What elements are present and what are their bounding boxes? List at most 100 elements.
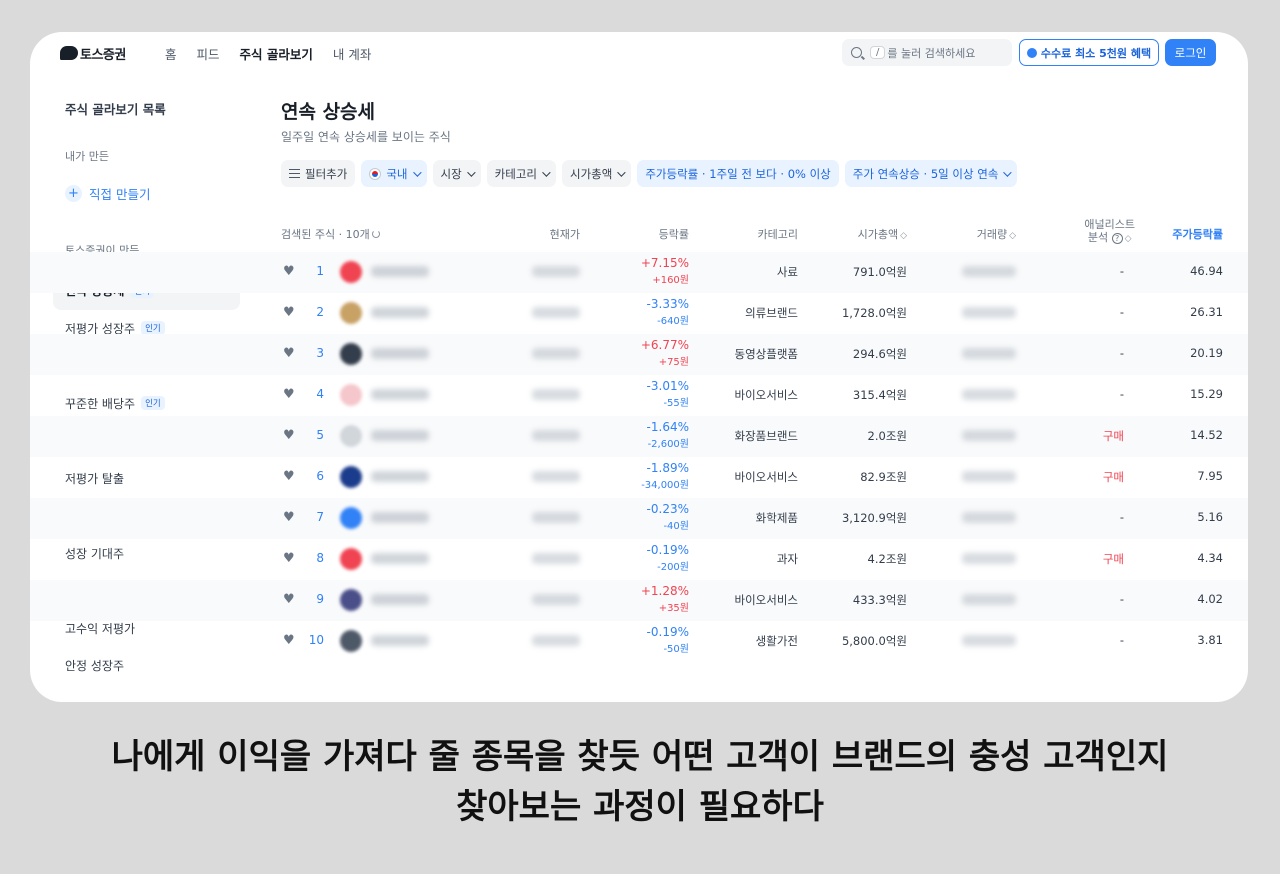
row-rank: 2 (316, 305, 324, 319)
heart-icon[interactable]: ♥ (283, 265, 296, 278)
heart-icon[interactable]: ♥ (283, 511, 296, 524)
streak-filter[interactable]: 주가 연속상승 · 5일 이상 연속 (844, 160, 1018, 187)
analyst-header[interactable]: 애널리스트 분석 ? ◇ (1084, 218, 1135, 246)
stock-name-redacted[interactable] (371, 348, 429, 359)
table-row[interactable]: ♥ 4 -3.01% -55원 바이오서비스 315.4억원 - 15.29 (30, 375, 1248, 416)
rate-amount: -55원 (663, 398, 689, 409)
heart-icon[interactable]: ♥ (283, 388, 296, 401)
heart-icon[interactable]: ♥ (283, 429, 296, 442)
stock-name-redacted[interactable] (371, 635, 429, 646)
table-row[interactable]: ♥ 7 -0.23% -40원 화학제품 3,120.9억원 - 5.16 (30, 498, 1248, 539)
nav-stock-screener[interactable]: 주식 골라보기 (240, 44, 313, 63)
row-rank: 3 (316, 346, 324, 360)
table-row[interactable]: ♥ 9 +1.28% +35원 바이오서비스 433.3억원 - 4.02 (30, 580, 1248, 621)
rate-filter[interactable]: 주가등락률 · 1주일 전 보다 · 0% 이상 (637, 160, 839, 187)
mcap-header[interactable]: 시가총액 ◇ (858, 226, 907, 242)
stock-name-redacted[interactable] (371, 512, 429, 523)
sidebar-title: 주식 골라보기 목록 (65, 102, 166, 117)
market-filter[interactable]: 시장 (432, 160, 481, 187)
heart-icon[interactable]: ♥ (283, 306, 296, 319)
nav-my-account[interactable]: 내 계좌 (333, 44, 371, 63)
info-icon[interactable]: ? (1111, 233, 1123, 244)
category-cell: 의류브랜드 (745, 306, 798, 320)
heart-icon[interactable]: ♥ (283, 593, 296, 606)
add-filter-button[interactable]: 필터추가 (281, 160, 356, 187)
price-header[interactable]: 현재가 (550, 226, 580, 242)
category-cell: 화장품브랜드 (734, 429, 798, 443)
heart-icon[interactable]: ♥ (283, 470, 296, 483)
create-screener-label: 직접 만들기 (89, 187, 151, 202)
price-redacted (532, 635, 580, 646)
mcap-cell: 3,120.9억원 (841, 511, 907, 525)
table-row[interactable]: ♥ 2 -3.33% -640원 의류브랜드 1,728.0억원 - 26.31 (30, 293, 1248, 334)
volume-redacted (962, 307, 1016, 318)
volume-redacted (962, 348, 1016, 359)
category-header[interactable]: 카테고리 (758, 226, 798, 242)
fee-benefit-button[interactable]: 수수료 최소 5천원 혜택 (1019, 39, 1159, 66)
price-redacted (532, 348, 580, 359)
mcap-cell: 433.3억원 (852, 593, 907, 607)
mcap-filter[interactable]: 시가총액 (562, 160, 632, 187)
rate-percent: -1.89% (646, 461, 689, 475)
stock-logo (340, 343, 362, 365)
stock-name-redacted[interactable] (371, 553, 429, 564)
analyst-header-line1: 애널리스트 (1084, 218, 1135, 231)
heart-icon[interactable]: ♥ (283, 552, 296, 565)
rate-cell: +1.28% +35원 (641, 584, 689, 614)
mcap-cell: 791.0억원 (852, 265, 907, 279)
rate-cell: -0.23% -40원 (647, 502, 689, 532)
rate-filter-label: 주가등락률 · 1주일 전 보다 · 0% 이상 (645, 166, 831, 181)
stock-name-redacted[interactable] (371, 430, 429, 441)
table-row[interactable]: ♥ 10 -0.19% -50원 생활가전 5,800.0억원 - 3.81 (30, 621, 1248, 662)
stock-name-redacted[interactable] (371, 307, 429, 318)
table-row[interactable]: ♥ 1 +7.15% +160원 사료 791.0억원 - 46.94 (30, 252, 1248, 293)
heart-icon[interactable]: ♥ (283, 634, 296, 647)
rate-percent: +7.15% (640, 256, 689, 270)
stock-logo (340, 302, 362, 324)
found-count-header: 검색된 주식 · 10개 (281, 226, 380, 242)
row-rank: 7 (316, 510, 324, 524)
category-cell: 바이오서비스 (734, 388, 798, 402)
table-row[interactable]: ♥ 6 -1.89% -34,000원 바이오서비스 82.9조원 구매 7.95 (30, 457, 1248, 498)
price-redacted (532, 389, 580, 400)
volume-header[interactable]: 거래량 ◇ (977, 226, 1016, 242)
rate-header[interactable]: 등락률 (659, 226, 689, 242)
stock-name-redacted[interactable] (371, 471, 429, 482)
category-cell: 바이오서비스 (734, 593, 798, 607)
rate-percent: -3.33% (646, 297, 689, 311)
rate-amount: +75원 (658, 357, 689, 368)
nav-feed[interactable]: 피드 (197, 44, 220, 63)
row-rank: 10 (308, 633, 324, 647)
caption: 나에게 이익을 가져다 줄 종목을 찾듯 어떤 고객이 브랜드의 충성 고객인지… (0, 732, 1280, 832)
volume-redacted (962, 594, 1016, 605)
price-redacted (532, 512, 580, 523)
price-redacted (532, 471, 580, 482)
stock-name-redacted[interactable] (371, 594, 429, 605)
change-rate-cell: 5.16 (1197, 510, 1223, 524)
caption-line-1: 나에게 이익을 가져다 줄 종목을 찾듯 어떤 고객이 브랜드의 충성 고객인지 (111, 737, 1169, 777)
create-screener-button[interactable]: + 직접 만들기 (65, 184, 150, 203)
category-filter[interactable]: 카테고리 (486, 160, 556, 187)
table-row[interactable]: ♥ 3 +6.77% +75원 동영상플랫폼 294.6억원 - 20.19 (30, 334, 1248, 375)
toss-logo[interactable]: 토스증권 (60, 44, 126, 63)
rate-amount: +160원 (652, 275, 689, 286)
stock-name-redacted[interactable] (371, 266, 429, 277)
stock-name-redacted[interactable] (371, 389, 429, 400)
change-rate-header[interactable]: 주가등락률 (1172, 226, 1223, 242)
stock-table: ♥ 1 +7.15% +160원 사료 791.0억원 - 46.94 ♥ 2 -3.33% -640… (30, 252, 1248, 662)
top-nav: 홈 피드 주식 골라보기 내 계좌 (165, 44, 371, 63)
nav-home[interactable]: 홈 (165, 44, 177, 63)
search-input[interactable]: / 를 눌러 검색하세요 (842, 39, 1012, 66)
table-row[interactable]: ♥ 8 -0.19% -200원 과자 4.2조원 구매 4.34 (30, 539, 1248, 580)
price-redacted (532, 594, 580, 605)
mcap-cell: 5,800.0억원 (841, 634, 907, 648)
row-rank: 9 (316, 592, 324, 606)
category-cell: 생활가전 (755, 634, 798, 648)
table-row[interactable]: ♥ 5 -1.64% -2,600원 화장품브랜드 2.0조원 구매 14.52 (30, 416, 1248, 457)
refresh-icon[interactable] (371, 230, 380, 238)
country-filter[interactable]: 국내 (361, 160, 427, 187)
category-filter-label: 카테고리 (494, 166, 537, 181)
heart-icon[interactable]: ♥ (283, 347, 296, 360)
login-button[interactable]: 로그인 (1165, 39, 1216, 66)
sort-icon: ◇ (900, 231, 907, 241)
